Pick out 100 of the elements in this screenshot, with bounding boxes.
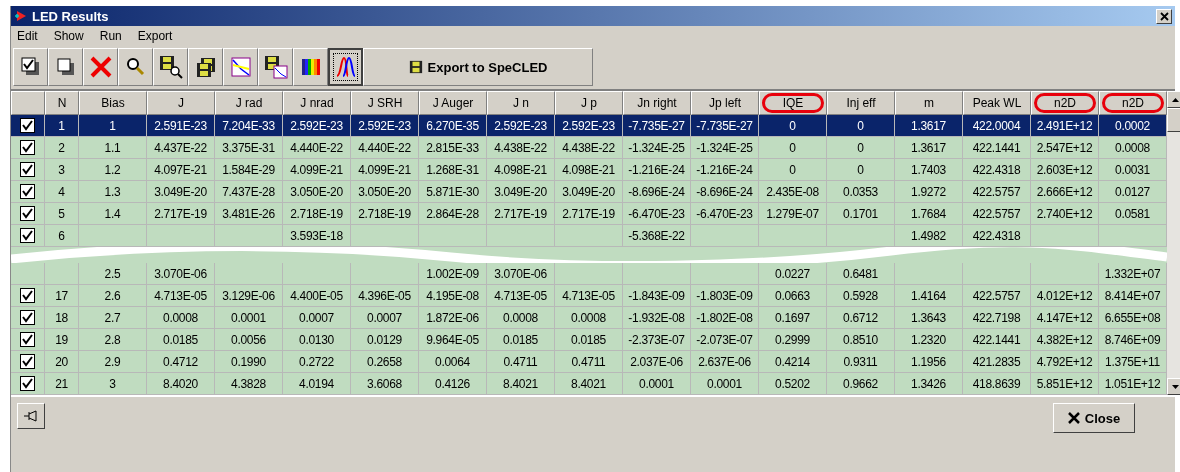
table-cell: 0.0581 <box>1099 203 1167 225</box>
checkbox[interactable] <box>20 184 35 199</box>
table-cell: 0.0008 <box>487 307 555 329</box>
table-cell: -1.216E-24 <box>623 159 691 181</box>
checkbox[interactable] <box>20 206 35 221</box>
table-cell: 3.6068 <box>351 373 419 395</box>
checkmark-icon <box>22 378 33 389</box>
table-cell: -6.470E-23 <box>691 203 759 225</box>
table-cell: 2.037E-06 <box>623 351 691 373</box>
table-cell: 4.792E+12 <box>1031 351 1099 373</box>
checkmark-icon <box>22 312 33 323</box>
column-header[interactable]: m <box>895 91 963 115</box>
table-cell: 1.3 <box>79 181 147 203</box>
column-header[interactable]: Jp left <box>691 91 759 115</box>
menu-item[interactable]: Edit <box>17 29 38 43</box>
down-arrow-icon <box>1172 384 1179 389</box>
table-cell: 4.147E+12 <box>1031 307 1099 329</box>
column-header[interactable]: J <box>147 91 215 115</box>
table-cell: 1.051E+12 <box>1099 373 1167 395</box>
column-header[interactable]: n2D <box>1099 91 1167 115</box>
checkbox[interactable] <box>20 376 35 391</box>
scroll-thumb[interactable] <box>1167 108 1180 132</box>
column-header[interactable]: Bias <box>79 91 147 115</box>
table-cell: 4.440E-22 <box>283 137 351 159</box>
scroll-up-button[interactable] <box>1167 91 1180 108</box>
table-cell: 0 <box>827 115 895 137</box>
table-cell: 422.5757 <box>963 285 1031 307</box>
table-cell: 0.0007 <box>283 307 351 329</box>
export-button[interactable]: Export to SpeCLED <box>363 48 593 86</box>
checkbox[interactable] <box>20 162 35 177</box>
table-cell: 0 <box>759 115 827 137</box>
column-header[interactable]: IQE <box>759 91 827 115</box>
checkbox[interactable] <box>20 140 35 155</box>
table-cell: 6.655E+08 <box>1099 307 1167 329</box>
menu-item[interactable]: Export <box>137 29 173 43</box>
table-cell: 0 <box>827 137 895 159</box>
table-cell: 1.002E-09 <box>419 263 487 285</box>
checkbox[interactable] <box>20 310 35 325</box>
close-button[interactable]: Close <box>1053 403 1135 433</box>
table-cell: 3.593E-18 <box>283 225 351 247</box>
table-cell: 0 <box>759 137 827 159</box>
column-header[interactable]: J SRH <box>351 91 419 115</box>
table-cell: 1.4 <box>79 203 147 225</box>
scroll-down-button[interactable] <box>1167 378 1180 395</box>
table-cell: 17 <box>45 285 79 307</box>
table-cell: 1.9272 <box>895 181 963 203</box>
column-header[interactable]: Peak WL <box>963 91 1031 115</box>
column-header[interactable]: J n <box>487 91 555 115</box>
table-cell: 1.4982 <box>895 225 963 247</box>
table-cell: 3.049E-20 <box>487 181 555 203</box>
table-cell: -8.696E-24 <box>623 181 691 203</box>
table-cell: 1.3426 <box>895 373 963 395</box>
table-cell: 2.718E-19 <box>283 203 351 225</box>
column-header[interactable]: N <box>45 91 79 115</box>
column-header[interactable]: J p <box>555 91 623 115</box>
table-cell: 0.1990 <box>215 351 283 373</box>
table-cell: 4.438E-22 <box>487 137 555 159</box>
checkbox[interactable] <box>20 332 35 347</box>
checkbox[interactable] <box>20 228 35 243</box>
pin-button[interactable] <box>17 403 45 429</box>
column-header[interactable]: Jn right <box>623 91 691 115</box>
table-cell: 2.591E-23 <box>147 115 215 137</box>
column-header[interactable]: Inj eff <box>827 91 895 115</box>
checkmark-icon <box>22 334 33 345</box>
close-button[interactable] <box>1156 8 1172 24</box>
table-cell: 2.592E-23 <box>555 115 623 137</box>
table-cell: 2.6 <box>79 285 147 307</box>
checkbox[interactable] <box>20 118 35 133</box>
checkmark-icon <box>22 186 33 197</box>
column-header[interactable]: J rad <box>215 91 283 115</box>
table-cell: 2.547E+12 <box>1031 137 1099 159</box>
table-cell: 3 <box>79 373 147 395</box>
column-header[interactable]: J nrad <box>283 91 351 115</box>
table-cell: 2 <box>45 137 79 159</box>
table-cell: 2.717E-19 <box>487 203 555 225</box>
checkmark-icon <box>22 120 33 131</box>
column-header[interactable]: J Auger <box>419 91 487 115</box>
table-cell: 1.2 <box>79 159 147 181</box>
table-cell: 2.592E-23 <box>351 115 419 137</box>
table-cell: 18 <box>45 307 79 329</box>
table-cell: 0.0185 <box>555 329 623 351</box>
table-cell: 4 <box>45 181 79 203</box>
table-cell: 7.437E-28 <box>215 181 283 203</box>
checkbox[interactable] <box>20 354 35 369</box>
table-cell: 0.0002 <box>1099 115 1167 137</box>
menu-item[interactable]: Run <box>99 29 122 43</box>
table-cell: 3.481E-26 <box>215 203 283 225</box>
table-cell: 0.0130 <box>283 329 351 351</box>
table-cell: -2.073E-07 <box>691 329 759 351</box>
table-cell: -1.803E-09 <box>691 285 759 307</box>
column-header[interactable]: n2D <box>1031 91 1099 115</box>
chart-icon <box>228 55 253 79</box>
table-cell: 4.3828 <box>215 373 283 395</box>
table-cell: 422.7198 <box>963 307 1031 329</box>
table-cell: 6 <box>45 225 79 247</box>
toolbar-button[interactable] <box>328 48 363 86</box>
menu-item[interactable]: Show <box>53 29 84 43</box>
table-cell: 3 <box>45 159 79 181</box>
checkbox[interactable] <box>20 288 35 303</box>
table-cell: -7.735E-27 <box>623 115 691 137</box>
